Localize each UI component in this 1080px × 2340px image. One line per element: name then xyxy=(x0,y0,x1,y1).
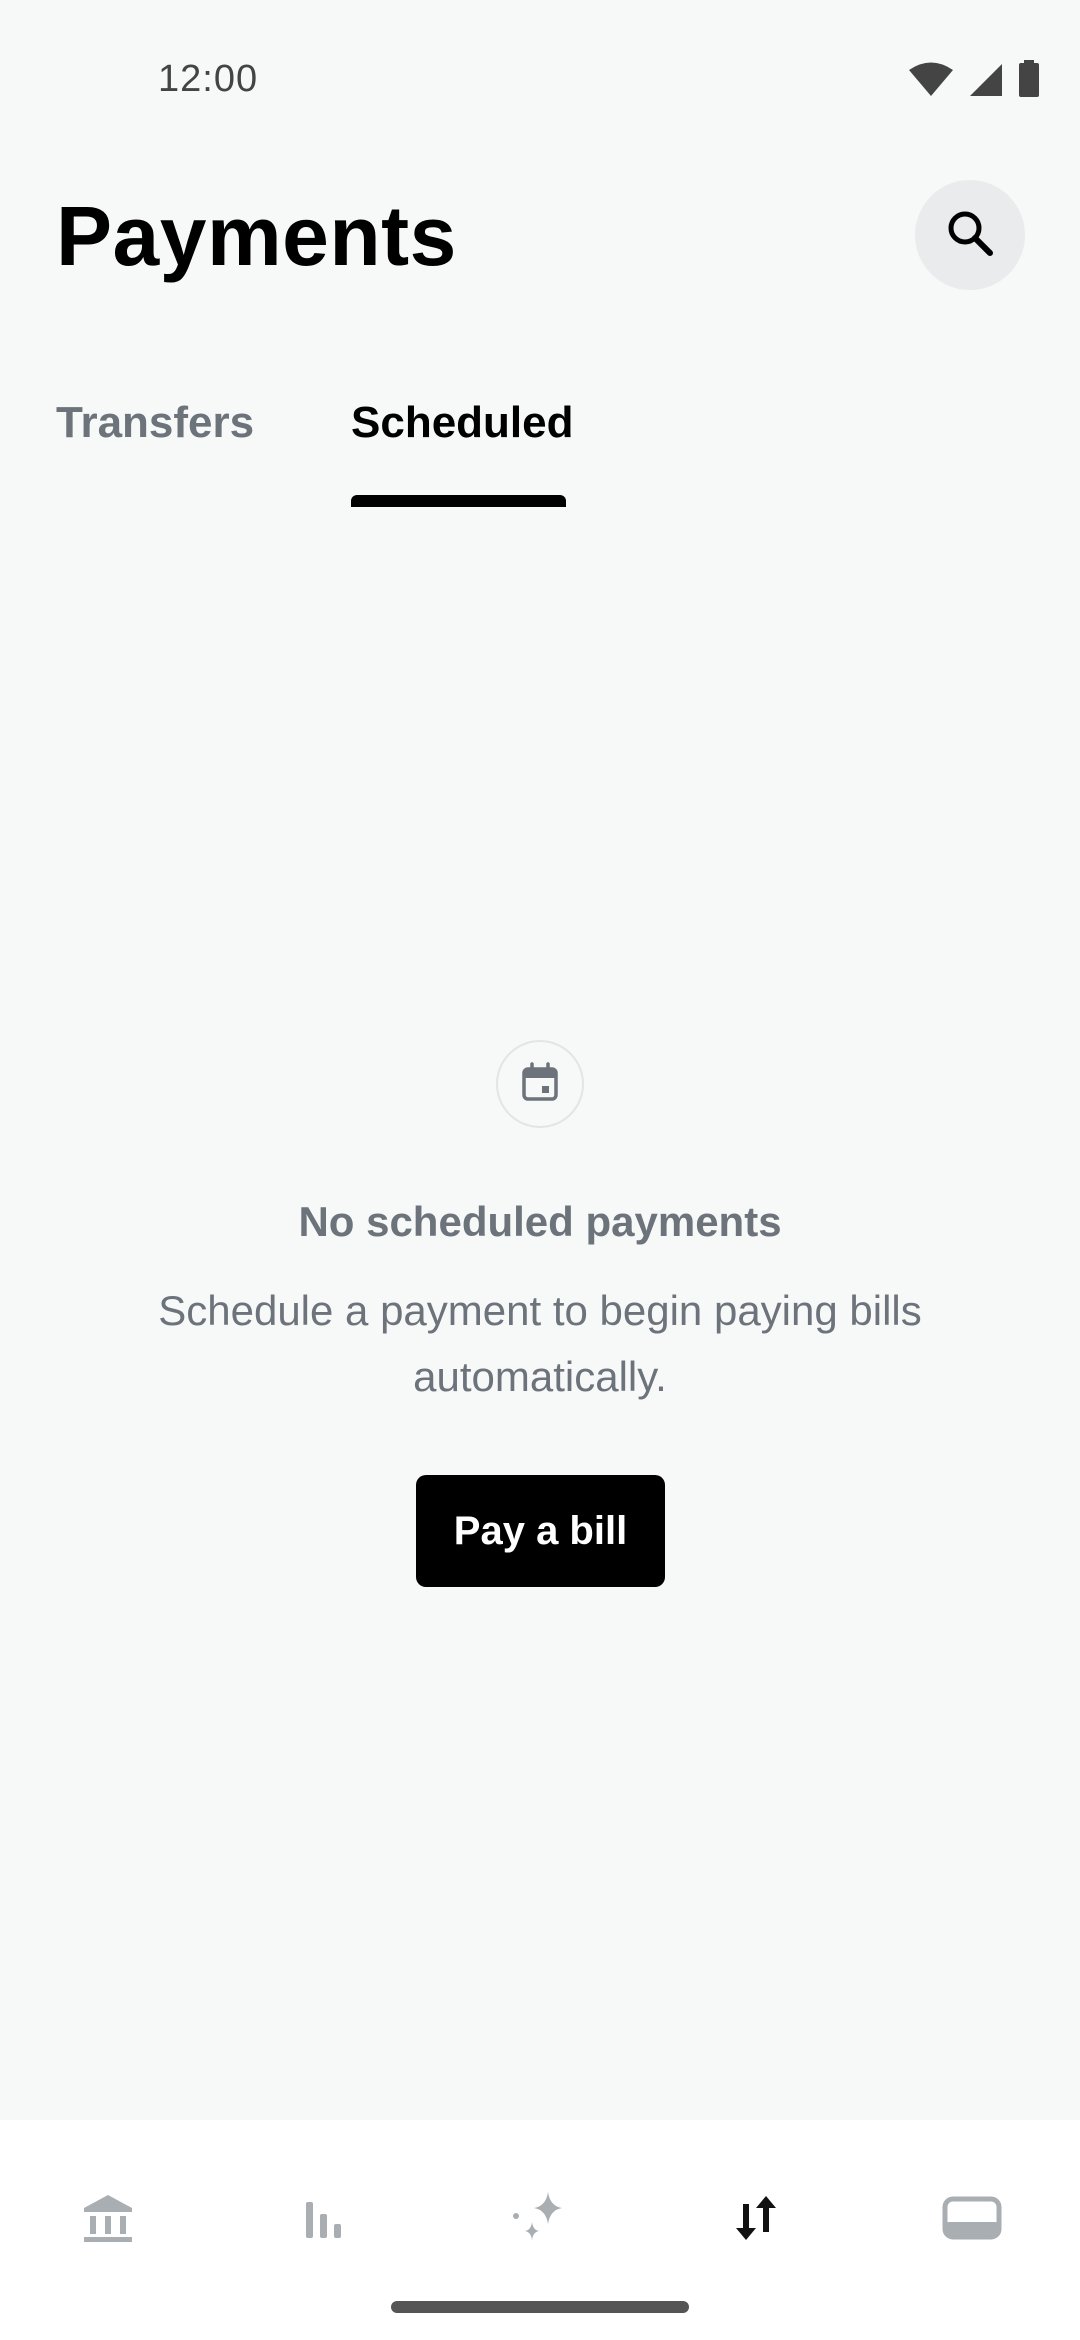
signal-icon xyxy=(968,61,1004,102)
empty-state-title: No scheduled payments xyxy=(298,1198,782,1245)
home-indicator[interactable] xyxy=(391,2301,689,2313)
card-icon xyxy=(942,2196,1002,2245)
search-button[interactable] xyxy=(915,180,1025,290)
sparkle-icon xyxy=(508,2186,572,2255)
search-icon xyxy=(944,207,996,264)
empty-state-icon xyxy=(496,1040,584,1128)
tab-selected-indicator xyxy=(351,495,566,507)
status-bar: 12:00 xyxy=(0,0,1080,140)
wifi-icon xyxy=(908,61,954,102)
calendar-icon xyxy=(520,1061,560,1107)
bar-chart-icon xyxy=(300,2194,348,2247)
nav-item-payments[interactable] xyxy=(696,2170,816,2270)
battery-icon xyxy=(1018,60,1040,103)
empty-state-subtitle: Schedule a payment to begin paying bills… xyxy=(158,1287,922,1400)
page-title: Payments xyxy=(56,189,457,283)
status-icons xyxy=(908,60,1040,103)
transfer-arrows-icon xyxy=(728,2190,784,2251)
bank-icon xyxy=(80,2190,136,2251)
nav-item-insights[interactable] xyxy=(264,2170,384,2270)
tab-transfers[interactable]: Transfers xyxy=(56,398,254,448)
nav-item-assistant[interactable] xyxy=(480,2170,600,2270)
nav-item-cards[interactable] xyxy=(912,2170,1032,2270)
pay-bill-button[interactable]: Pay a bill xyxy=(416,1475,665,1587)
tab-scheduled[interactable]: Scheduled xyxy=(351,398,574,448)
tab-bar: Transfers Scheduled xyxy=(0,380,1080,510)
status-time: 12:00 xyxy=(158,58,259,100)
nav-item-accounts[interactable] xyxy=(48,2170,168,2270)
